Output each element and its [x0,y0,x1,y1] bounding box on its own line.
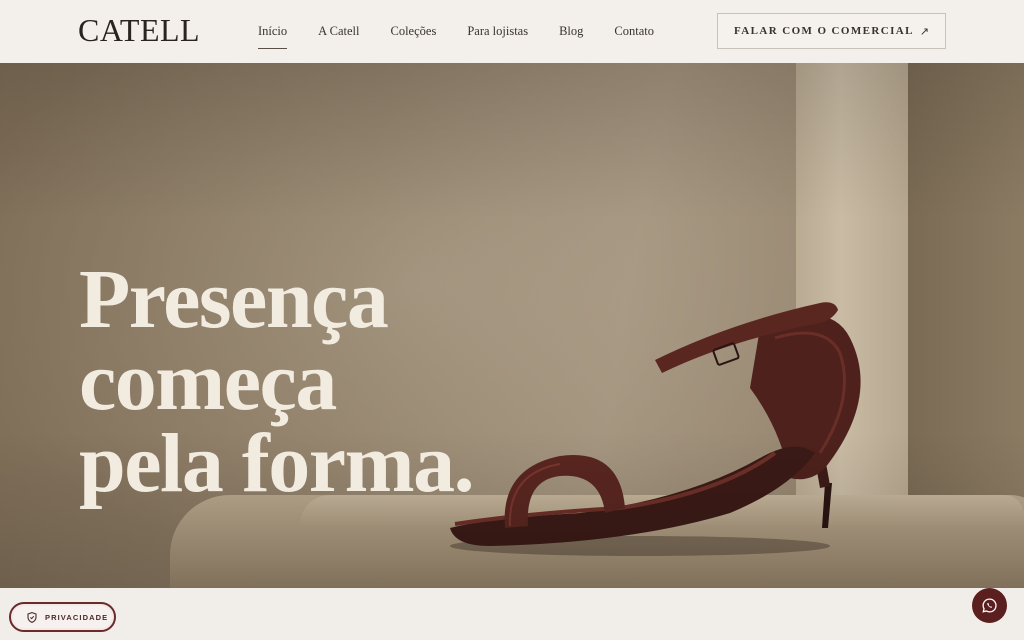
hero-headline-line-1: Presença [79,253,389,346]
nav-item-colecoes[interactable]: Coleções [391,24,437,39]
hero-headline-line-3: pela forma. [79,417,475,510]
site-header: CATELL Início A Catell Coleções Para loj… [0,0,1024,63]
nav-item-blog[interactable]: Blog [559,24,583,39]
hero-banner: Presença começa pela forma. [0,63,1024,588]
contact-sales-label: FALAR COM O COMERCIAL [734,25,914,37]
whatsapp-button[interactable] [972,588,1007,623]
privacy-button[interactable]: PRIVACIDADE [9,602,116,632]
whatsapp-icon [982,598,997,613]
privacy-label: PRIVACIDADE [45,612,109,622]
brand-logo[interactable]: CATELL [78,12,200,49]
hero-headline: Presença começa pela forma. [79,253,475,510]
nav-item-para-lojistas[interactable]: Para lojistas [467,24,528,39]
nav-item-contato[interactable]: Contato [614,24,654,39]
nav-item-inicio[interactable]: Início [258,24,288,49]
arrow-up-right-icon: ↗ [919,24,929,38]
page-continuation [0,588,1024,640]
shield-icon [27,611,37,623]
hero-headline-line-2: começa [79,335,337,428]
nav-item-a-catell[interactable]: A Catell [318,24,359,39]
main-nav: Início A Catell Coleções Para lojistas B… [258,24,654,49]
contact-sales-button[interactable]: FALAR COM O COMERCIAL ↗ [717,13,946,49]
